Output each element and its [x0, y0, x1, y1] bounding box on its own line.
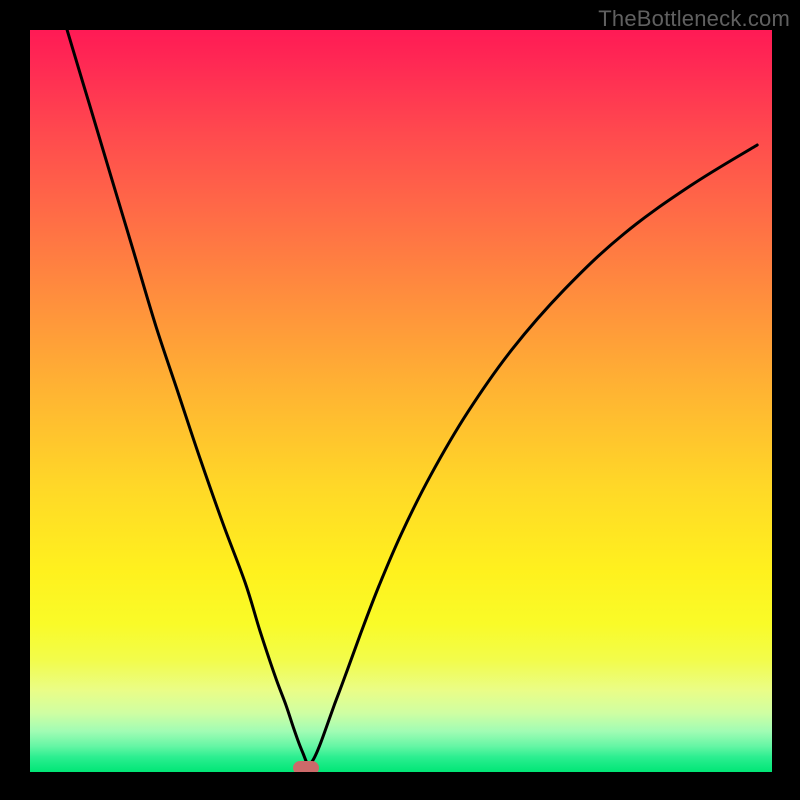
plot-area: [30, 30, 772, 772]
curve-svg: [30, 30, 772, 772]
bottleneck-curve: [67, 30, 757, 765]
optimal-marker: [293, 761, 319, 772]
watermark-text: TheBottleneck.com: [598, 6, 790, 32]
bottleneck-chart: TheBottleneck.com: [0, 0, 800, 800]
